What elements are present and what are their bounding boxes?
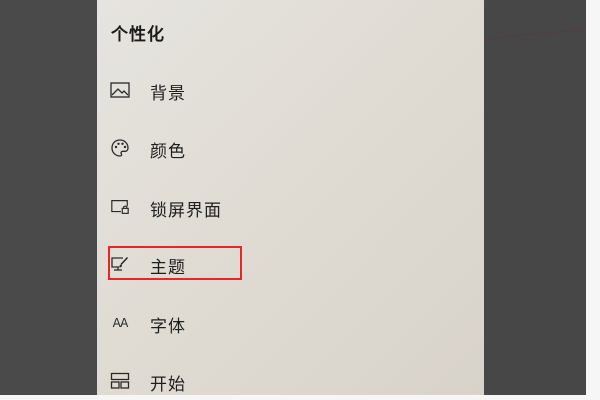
sidebar-item-label: 字体 — [150, 317, 186, 337]
font-icon: AA — [112, 316, 129, 330]
sidebar-item-colors[interactable]: 颜色 — [97, 128, 484, 168]
settings-sidebar: 个性化 背景 颜色 锁屏界面 主题 AA 字体 开始 — [97, 0, 484, 395]
background-left — [0, 0, 97, 395]
right-border — [586, 0, 600, 400]
screenshot-frame: 个性化 背景 颜色 锁屏界面 主题 AA 字体 开始 — [0, 0, 600, 400]
bottom-border — [0, 395, 600, 400]
sidebar-item-background[interactable]: 背景 — [97, 70, 484, 110]
sidebar-item-label: 锁屏界面 — [150, 201, 222, 221]
start-grid-icon — [110, 372, 130, 390]
decorative-line — [484, 28, 586, 39]
palette-icon — [110, 139, 130, 157]
highlight-box — [108, 246, 242, 280]
image-icon — [110, 81, 130, 99]
background-right — [484, 0, 586, 395]
sidebar-item-label: 颜色 — [150, 142, 186, 162]
lock-screen-icon — [110, 198, 130, 216]
sidebar-item-label: 背景 — [150, 84, 186, 104]
sidebar-item-fonts[interactable]: AA 字体 — [97, 303, 484, 343]
sidebar-item-lock-screen[interactable]: 锁屏界面 — [97, 187, 484, 227]
page-title: 个性化 — [111, 25, 165, 45]
sidebar-item-start[interactable]: 开始 — [97, 361, 484, 395]
sidebar-item-label: 开始 — [150, 375, 186, 395]
